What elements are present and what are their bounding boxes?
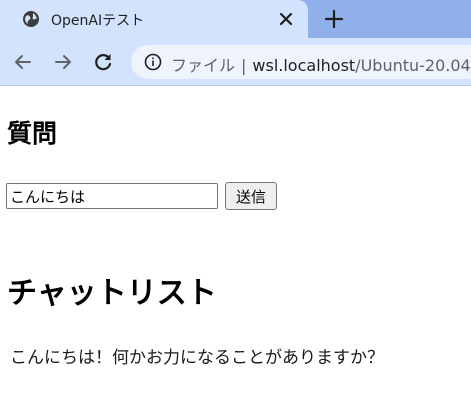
chat-message: こんにちは！何かお力になることがありますか？: [10, 348, 384, 368]
address-path: /Ubuntu-20.04/h: [355, 56, 471, 75]
address-bar[interactable]: ファイル | wsl.localhost/Ubuntu-20.04/h: [131, 45, 471, 79]
page-content: 質問 送信 チャットリスト こんにちは！何かお力になることがありますか？: [0, 86, 471, 412]
address-scheme: ファイル: [171, 56, 236, 75]
forward-arrow-icon[interactable]: [51, 50, 75, 74]
tab-active[interactable]: OpenAIテスト: [0, 0, 308, 38]
close-icon[interactable]: [276, 9, 296, 29]
plus-icon[interactable]: [323, 8, 345, 30]
address-text[interactable]: ファイル | wsl.localhost/Ubuntu-20.04/h: [171, 52, 471, 76]
question-input[interactable]: [6, 183, 218, 209]
reload-icon[interactable]: [91, 50, 115, 74]
question-heading: 質問: [7, 119, 58, 148]
back-arrow-icon[interactable]: [11, 50, 35, 74]
tab-title: OpenAIテスト: [51, 13, 145, 29]
tab-strip: OpenAIテスト: [0, 0, 471, 38]
browser-toolbar: ファイル | wsl.localhost/Ubuntu-20.04/h: [0, 38, 471, 86]
address-host: wsl.localhost: [252, 56, 356, 75]
send-button[interactable]: 送信: [225, 182, 277, 210]
globe-icon: [23, 11, 39, 27]
chatlist-heading: チャットリスト: [7, 276, 217, 311]
browser-chrome: OpenAIテスト ファイル | wsl.localhost/Ubuntu-20…: [0, 0, 471, 86]
info-icon[interactable]: [144, 53, 162, 71]
address-separator: |: [241, 56, 247, 75]
